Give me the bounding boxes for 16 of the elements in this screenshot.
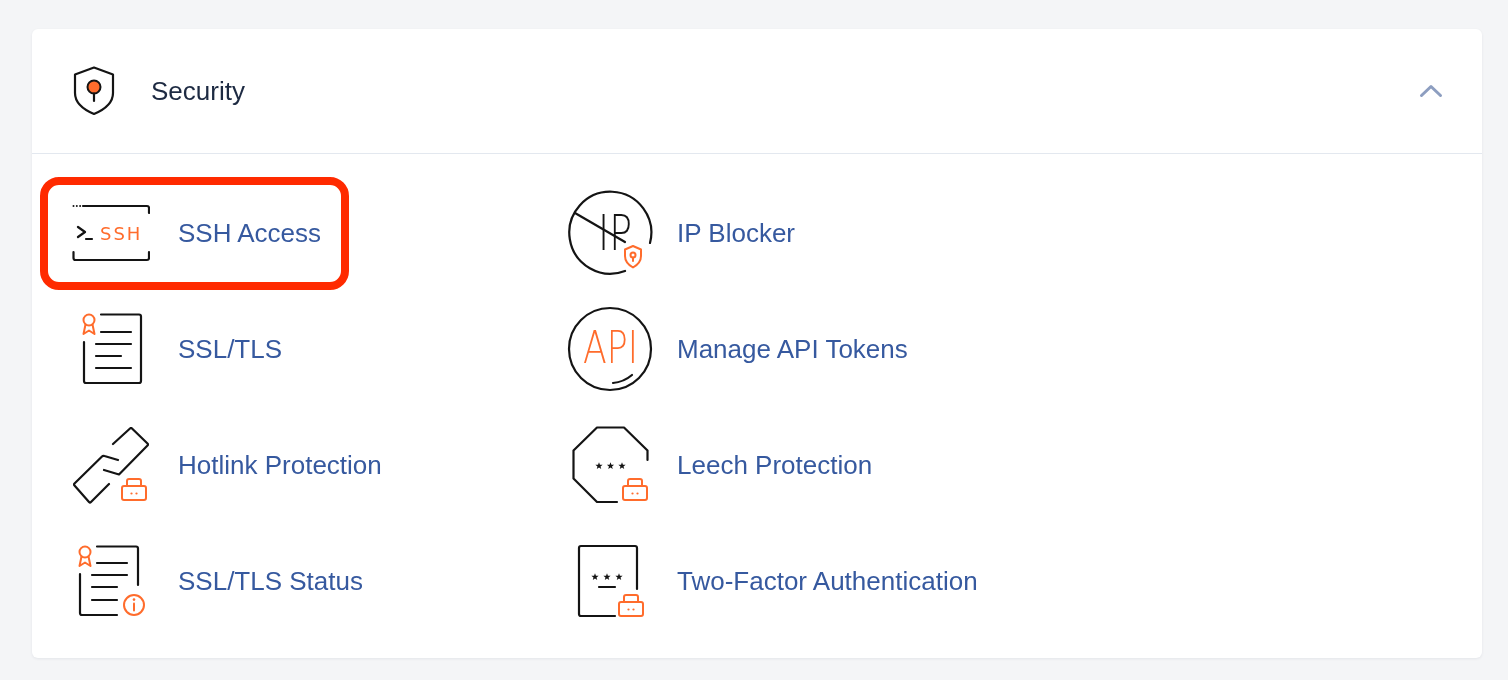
octagon-lock-icon [571, 426, 649, 504]
api-circle-icon: API [567, 306, 653, 392]
tool-link[interactable]: Hotlink Protection [178, 449, 382, 481]
shield-pin-icon [73, 66, 115, 116]
tool-link[interactable]: SSH Access [178, 217, 322, 249]
chevron-up-icon[interactable] [1419, 84, 1443, 98]
tool-link[interactable]: SSL/TLS Status [178, 565, 363, 597]
tool-link[interactable]: Manage API Tokens [677, 333, 908, 365]
tool-link[interactable]: SSL/TLS [178, 333, 283, 365]
tool-link[interactable]: Leech Protection [677, 449, 873, 481]
certificate-info-icon [76, 545, 146, 617]
password-document-lock-icon [576, 544, 644, 618]
tool-link[interactable]: Two-Factor Authentication [677, 565, 978, 597]
chain-link-lock-icon [73, 426, 149, 504]
section-title: Security [151, 75, 246, 107]
tool-link[interactable]: IP Blocker [677, 217, 795, 249]
